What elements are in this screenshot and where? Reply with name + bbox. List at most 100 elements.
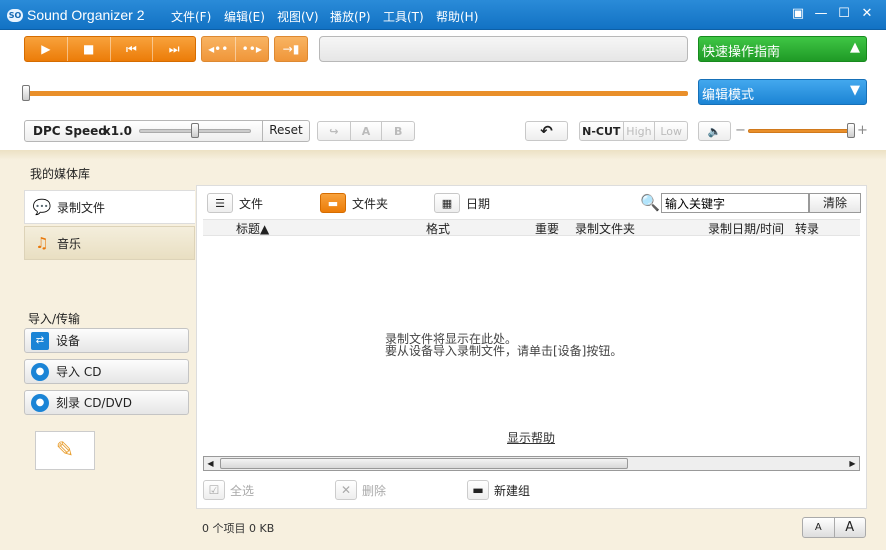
- ncut-button[interactable]: N-CUT: [580, 122, 624, 140]
- new-folder-icon: ▬: [467, 480, 489, 500]
- next-button[interactable]: ⏭: [153, 37, 195, 61]
- volume-plus-label: +: [857, 123, 868, 138]
- tab-recordings[interactable]: 💬 录制文件: [24, 190, 195, 224]
- view-date-label: 日期: [466, 196, 491, 211]
- tab-recordings-label: 录制文件: [57, 200, 106, 215]
- view-by-folder-button[interactable]: ▬ 文件夹: [320, 193, 388, 213]
- view-file-label: 文件: [239, 196, 264, 211]
- new-group-label: 新建组: [494, 483, 531, 498]
- ncut-group: N-CUT High Low: [579, 121, 688, 141]
- menu-tools[interactable]: 工具(T): [383, 8, 424, 25]
- track-mark-group: →▮: [274, 36, 308, 62]
- folder-icon: ▬: [320, 193, 346, 213]
- column-important[interactable]: 重要: [535, 220, 559, 237]
- menu-play[interactable]: 播放(P): [330, 8, 371, 25]
- repeat-icon[interactable]: ↪: [318, 122, 351, 140]
- tab-music-label: 音乐: [57, 236, 82, 251]
- dpc-speed-value: x1.0: [103, 124, 132, 138]
- checkbox-icon: ☑: [203, 480, 225, 500]
- column-title[interactable]: 标题▲: [236, 220, 269, 237]
- list-icon: ☰: [207, 193, 233, 213]
- skip-forward-button[interactable]: ••▸: [236, 37, 269, 61]
- font-larger-button[interactable]: A: [835, 518, 866, 537]
- volume-slider-track[interactable]: [748, 129, 852, 133]
- delete-button[interactable]: ✕ 删除: [335, 480, 386, 500]
- track-display: [319, 36, 688, 62]
- content-top-shadow: [0, 150, 886, 160]
- search-icon: 🔍: [640, 193, 660, 212]
- select-all-button[interactable]: ☑ 全选: [203, 480, 254, 500]
- calendar-icon: ▦: [434, 193, 460, 213]
- edit-mode-button[interactable]: 编辑模式 ▼: [698, 79, 867, 105]
- skip-controls: ◂•• ••▸: [201, 36, 269, 62]
- speaker-icon[interactable]: 🔈: [699, 122, 730, 140]
- view-folder-label: 文件夹: [352, 196, 389, 211]
- font-size-controls: A A: [802, 517, 866, 538]
- app-logo: SO: [7, 9, 23, 22]
- delete-label: 删除: [362, 483, 387, 498]
- show-help-link[interactable]: 显示帮助: [507, 429, 555, 446]
- playback-position-handle[interactable]: [22, 85, 30, 101]
- cd-burn-icon: ●: [31, 393, 49, 412]
- previous-button[interactable]: ⏮: [111, 37, 154, 61]
- a-point-button[interactable]: A: [351, 122, 383, 140]
- undo-group: ↶: [525, 121, 568, 141]
- device-transfer-icon: ⇄: [31, 331, 49, 350]
- playback-progress-bar[interactable]: [24, 91, 688, 96]
- transport-controls: ▶ ■ ⏮ ⏭: [24, 36, 196, 62]
- view-by-date-button[interactable]: ▦ 日期: [434, 193, 490, 213]
- menu-file[interactable]: 文件(F): [171, 8, 211, 25]
- import-cd-button[interactable]: ● 导入 CD: [24, 359, 189, 384]
- scroll-left-icon[interactable]: ◀: [204, 457, 217, 470]
- new-group-button[interactable]: ▬ 新建组: [467, 480, 530, 500]
- delete-x-icon: ✕: [335, 480, 357, 500]
- cd-import-icon: ●: [31, 362, 49, 381]
- triangle-up-icon: ▲: [850, 40, 860, 55]
- skip-back-button[interactable]: ◂••: [202, 37, 236, 61]
- device-button[interactable]: ⇄ 设备: [24, 328, 189, 353]
- close-icon[interactable]: ✕: [858, 5, 876, 23]
- music-note-icon: ♫: [35, 234, 49, 252]
- font-smaller-button[interactable]: A: [803, 518, 835, 537]
- quick-guide-button[interactable]: 快速操作指南 ▲: [698, 36, 867, 62]
- ncut-low-button[interactable]: Low: [655, 122, 687, 140]
- empty-line-2: 要从设备导入录制文件，请单击[设备]按钮。: [385, 344, 623, 358]
- b-point-button[interactable]: B: [382, 122, 414, 140]
- speech-bubble-icon: 💬: [32, 198, 52, 216]
- tab-music[interactable]: ♫ 音乐: [24, 226, 195, 260]
- triangle-down-icon: ▼: [850, 83, 860, 98]
- search-input[interactable]: [661, 193, 809, 213]
- empty-list-message: 录制文件将显示在此处。 要从设备导入录制文件，请单击[设备]按钮。: [385, 333, 622, 357]
- undo-icon[interactable]: ↶: [526, 122, 567, 140]
- scroll-right-icon[interactable]: ▶: [846, 457, 859, 470]
- menu-help[interactable]: 帮助(H): [436, 8, 478, 25]
- scrollbar-thumb[interactable]: [220, 458, 628, 469]
- maximize-icon[interactable]: ☐: [835, 5, 853, 23]
- ncut-high-button[interactable]: High: [624, 122, 656, 140]
- import-cd-label: 导入 CD: [56, 365, 102, 379]
- edit-mode-label: 编辑模式: [702, 88, 755, 103]
- select-all-label: 全选: [230, 483, 255, 498]
- speed-reset-button[interactable]: Reset: [262, 121, 309, 141]
- stop-button[interactable]: ■: [68, 37, 111, 61]
- clear-search-button[interactable]: 清除: [809, 193, 861, 213]
- column-transfer[interactable]: 转录: [795, 220, 819, 237]
- column-format[interactable]: 格式: [426, 220, 450, 237]
- minimize-icon[interactable]: —: [812, 5, 830, 23]
- speed-slider-handle[interactable]: [191, 123, 199, 138]
- volume-minus-label: −: [735, 123, 746, 138]
- burn-cd-button[interactable]: ● 刻录 CD/DVD: [24, 390, 189, 415]
- memo-pad-icon[interactable]: ✎: [35, 431, 95, 470]
- menu-view[interactable]: 视图(V): [277, 8, 319, 25]
- ab-repeat-group: ↪ A B: [317, 121, 415, 141]
- column-folder[interactable]: 录制文件夹: [575, 220, 635, 237]
- mini-mode-icon[interactable]: ▣: [789, 5, 807, 23]
- status-bar-text: 0 个项目 0 KB: [202, 522, 275, 535]
- play-button[interactable]: ▶: [25, 37, 68, 61]
- menu-edit[interactable]: 编辑(E): [224, 8, 265, 25]
- import-section-title: 导入/传输: [28, 312, 81, 326]
- track-mark-button[interactable]: →▮: [275, 37, 307, 61]
- column-date[interactable]: 录制日期/时间: [708, 220, 784, 237]
- view-by-file-button[interactable]: ☰ 文件: [207, 193, 263, 213]
- volume-slider-handle[interactable]: [847, 123, 855, 138]
